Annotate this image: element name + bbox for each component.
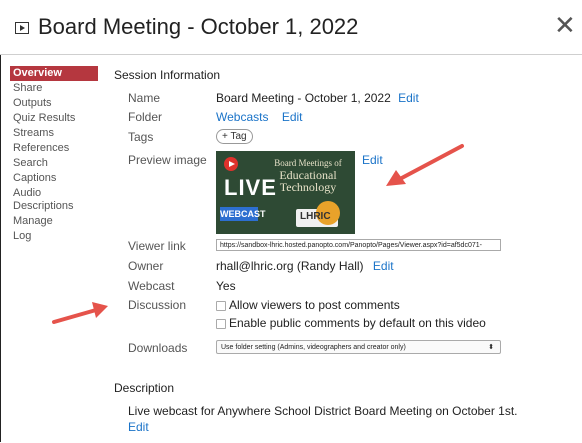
name-value-row: Board Meeting - October 1, 2022 Edit (216, 91, 419, 105)
public-comments-label: Enable public comments by default on thi… (229, 316, 486, 330)
tags-value-row: + Tag (216, 128, 253, 144)
sidebar-item-log[interactable]: Log (10, 229, 100, 244)
public-comments-checkbox[interactable] (216, 318, 226, 329)
sidebar-item-search[interactable]: Search (10, 156, 100, 171)
annotation-arrow-icon (52, 302, 108, 324)
thumb-logo-text: LHRIC (300, 211, 331, 222)
sidebar-item-streams[interactable]: Streams (10, 126, 100, 141)
annotation-arrow-icon (386, 144, 464, 186)
select-arrows-icon: ⬍ (488, 344, 494, 351)
close-icon[interactable]: ✕ (554, 12, 576, 38)
sidebar: Overview Share Outputs Quiz Results Stre… (10, 66, 100, 244)
dialog-header: Board Meeting - October 1, 2022 ✕ (0, 0, 582, 55)
viewer-link-field[interactable]: https://sandbox-lhric.hosted.panopto.com… (216, 239, 501, 251)
name-edit-link[interactable]: Edit (398, 91, 419, 105)
sidebar-item-outputs[interactable]: Outputs (10, 96, 100, 111)
preview-image: LIVE WEBCAST Board Meetings of Education… (216, 151, 355, 234)
owner-value-row: rhall@lhric.org (Randy Hall) Edit (216, 259, 394, 273)
owner-edit-link[interactable]: Edit (373, 259, 394, 273)
sidebar-item-quiz-results[interactable]: Quiz Results (10, 111, 100, 126)
folder-edit-link[interactable]: Edit (282, 110, 303, 124)
name-label: Name (128, 91, 161, 105)
play-icon (224, 157, 238, 171)
folder-value-row: Webcasts Edit (216, 110, 303, 124)
thumb-line3: Technology (279, 180, 337, 194)
sidebar-item-references[interactable]: References (10, 141, 100, 156)
allow-comments-checkbox[interactable] (216, 300, 226, 311)
thumb-webcast-text: WEBCAST (220, 207, 266, 221)
add-tag-button[interactable]: + Tag (216, 129, 253, 144)
webcast-label: Webcast (128, 279, 175, 293)
sidebar-item-overview[interactable]: Overview (10, 66, 98, 81)
viewer-link-label: Viewer link (128, 239, 186, 253)
preview-edit-link[interactable]: Edit (362, 153, 383, 167)
session-info-heading: Session Information (114, 68, 221, 82)
page-title: Board Meeting - October 1, 2022 (38, 14, 359, 39)
play-icon (15, 22, 29, 34)
sidebar-item-audio-descriptions[interactable]: Audio Descriptions (10, 186, 76, 214)
sidebar-item-captions[interactable]: Captions (10, 171, 100, 186)
downloads-select[interactable]: Use folder setting (Admins, videographer… (216, 340, 501, 354)
sidebar-item-manage[interactable]: Manage (10, 214, 100, 229)
name-value: Board Meeting - October 1, 2022 (216, 91, 391, 105)
discussion-option-1[interactable]: Allow viewers to post comments (216, 298, 400, 312)
discussion-label: Discussion (128, 298, 187, 312)
folder-link[interactable]: Webcasts (216, 110, 268, 124)
discussion-option-2[interactable]: Enable public comments by default on thi… (216, 316, 486, 330)
owner-value: rhall@lhric.org (Randy Hall) (216, 259, 364, 273)
owner-label: Owner (128, 259, 164, 273)
description-edit-link[interactable]: Edit (128, 420, 149, 434)
preview-image-label: Preview image (128, 153, 207, 167)
description-heading: Description (114, 381, 175, 395)
downloads-label: Downloads (128, 341, 188, 355)
downloads-selected-value: Use folder setting (Admins, videographer… (221, 344, 406, 351)
webcast-value: Yes (216, 279, 236, 293)
tags-label: Tags (128, 130, 154, 144)
allow-comments-label: Allow viewers to post comments (229, 298, 400, 312)
description-text: Live webcast for Anywhere School Distric… (128, 404, 518, 418)
sidebar-item-share[interactable]: Share (10, 81, 100, 96)
thumb-caption: Board Meetings of Educational Technology (264, 157, 352, 193)
folder-label: Folder (128, 110, 163, 124)
